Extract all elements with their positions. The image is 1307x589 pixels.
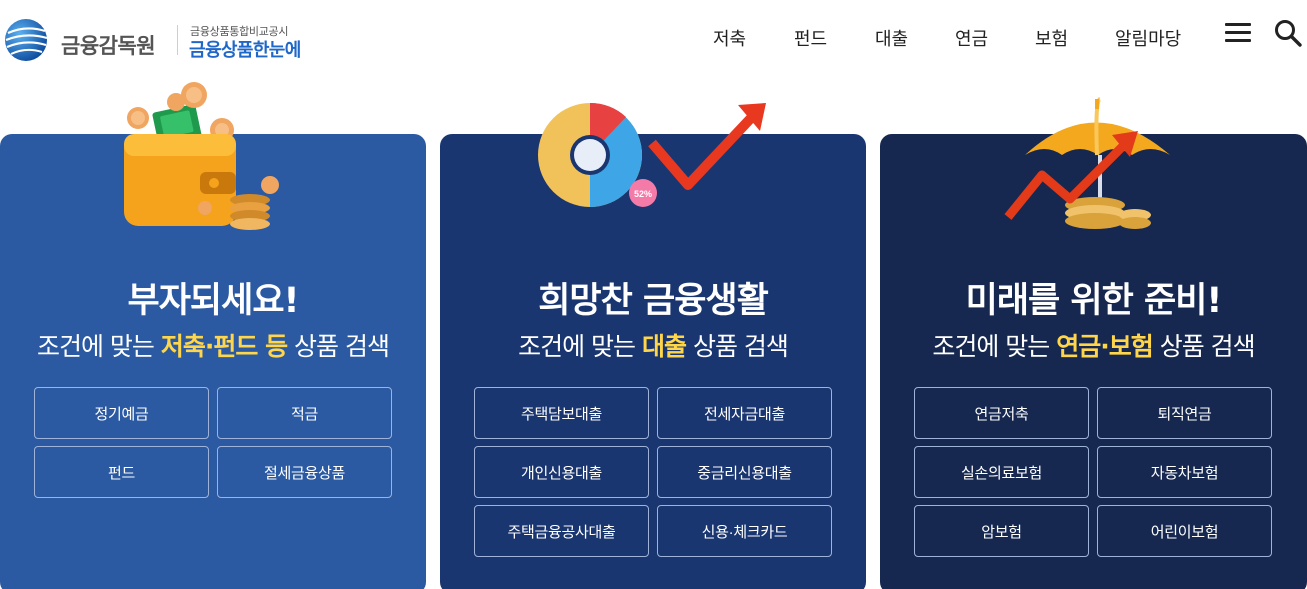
search-icon[interactable] [1273, 18, 1303, 48]
card-subtitle: 조건에 맞는 저축·펀드 등 상품 검색 [0, 327, 426, 363]
hf-loan-button[interactable]: 주택금융공사대출 [474, 505, 649, 557]
fss-globe-logo-icon [5, 19, 48, 61]
nav-insurance[interactable]: 보험 [1035, 25, 1068, 51]
chart-percent-badge: 52% [634, 189, 652, 199]
card-title: 부자되세요! [127, 281, 300, 321]
medical-insurance-button[interactable]: 실손의료보험 [914, 446, 1089, 498]
logo-service-name: 금융상품한눈에 [189, 40, 301, 61]
card-subtitle-highlight: 저축·펀드 등 [160, 332, 288, 361]
card-subtitle-highlight: 연금·보험 [1056, 332, 1153, 361]
card-title: 희망찬 금융생활 [538, 281, 769, 321]
child-insurance-button[interactable]: 어린이보험 [1097, 505, 1272, 557]
pie-chart-illustration: 52% [538, 102, 766, 207]
card-subtitle-prefix: 조건에 맞는 [36, 332, 161, 361]
site-header: 금융감독원 금융상품통합비교공시 금융상품한눈에 저축 펀드 대출 연금 보험 … [0, 0, 1307, 72]
installment-savings-button[interactable]: 적금 [217, 387, 392, 439]
mortgage-loan-button[interactable]: 주택담보대출 [474, 387, 649, 439]
logo-title: 금융감독원 [61, 34, 156, 58]
card-subtitle: 조건에 맞는 연금·보험 상품 검색 [880, 327, 1307, 363]
retirement-pension-button[interactable]: 퇴직연금 [1097, 387, 1272, 439]
umbrella-illustration [1004, 97, 1170, 229]
nav-notice[interactable]: 알림마당 [1115, 25, 1181, 51]
nav-funds[interactable]: 펀드 [794, 25, 827, 51]
card-subtitle-highlight: 대출 [641, 332, 687, 361]
term-deposit-button[interactable]: 정기예금 [34, 387, 209, 439]
tax-saving-product-button[interactable]: 절세금융상품 [217, 446, 392, 498]
fund-button[interactable]: 펀드 [34, 446, 209, 498]
card-subtitle-suffix: 상품 검색 [287, 332, 390, 361]
card-subtitle-prefix: 조건에 맞는 [932, 332, 1057, 361]
card-subtitle-suffix: 상품 검색 [686, 332, 789, 361]
nav-savings[interactable]: 저축 [713, 25, 746, 51]
nav-pension[interactable]: 연금 [955, 25, 988, 51]
menu-icon[interactable] [1225, 23, 1251, 43]
personal-credit-loan-button[interactable]: 개인신용대출 [474, 446, 649, 498]
mid-rate-credit-loan-button[interactable]: 중금리신용대출 [657, 446, 832, 498]
card-title: 미래를 위한 준비! [965, 281, 1223, 321]
pension-savings-button[interactable]: 연금저축 [914, 387, 1089, 439]
jeonse-loan-button[interactable]: 전세자금대출 [657, 387, 832, 439]
logo-divider [177, 25, 178, 55]
car-insurance-button[interactable]: 자동차보험 [1097, 446, 1272, 498]
logo-link[interactable]: 금융감독원 금융상품통합비교공시 금융상품한눈에 [3, 17, 323, 65]
card-subtitle-prefix: 조건에 맞는 [518, 332, 642, 361]
nav-loans[interactable]: 대출 [875, 25, 908, 51]
card-subtitle: 조건에 맞는 대출 상품 검색 [440, 327, 866, 363]
card-subtitle-suffix: 상품 검색 [1152, 332, 1256, 361]
wallet-illustration [124, 82, 279, 230]
credit-check-card-button[interactable]: 신용·체크카드 [657, 505, 832, 557]
cancer-insurance-button[interactable]: 암보험 [914, 505, 1089, 557]
